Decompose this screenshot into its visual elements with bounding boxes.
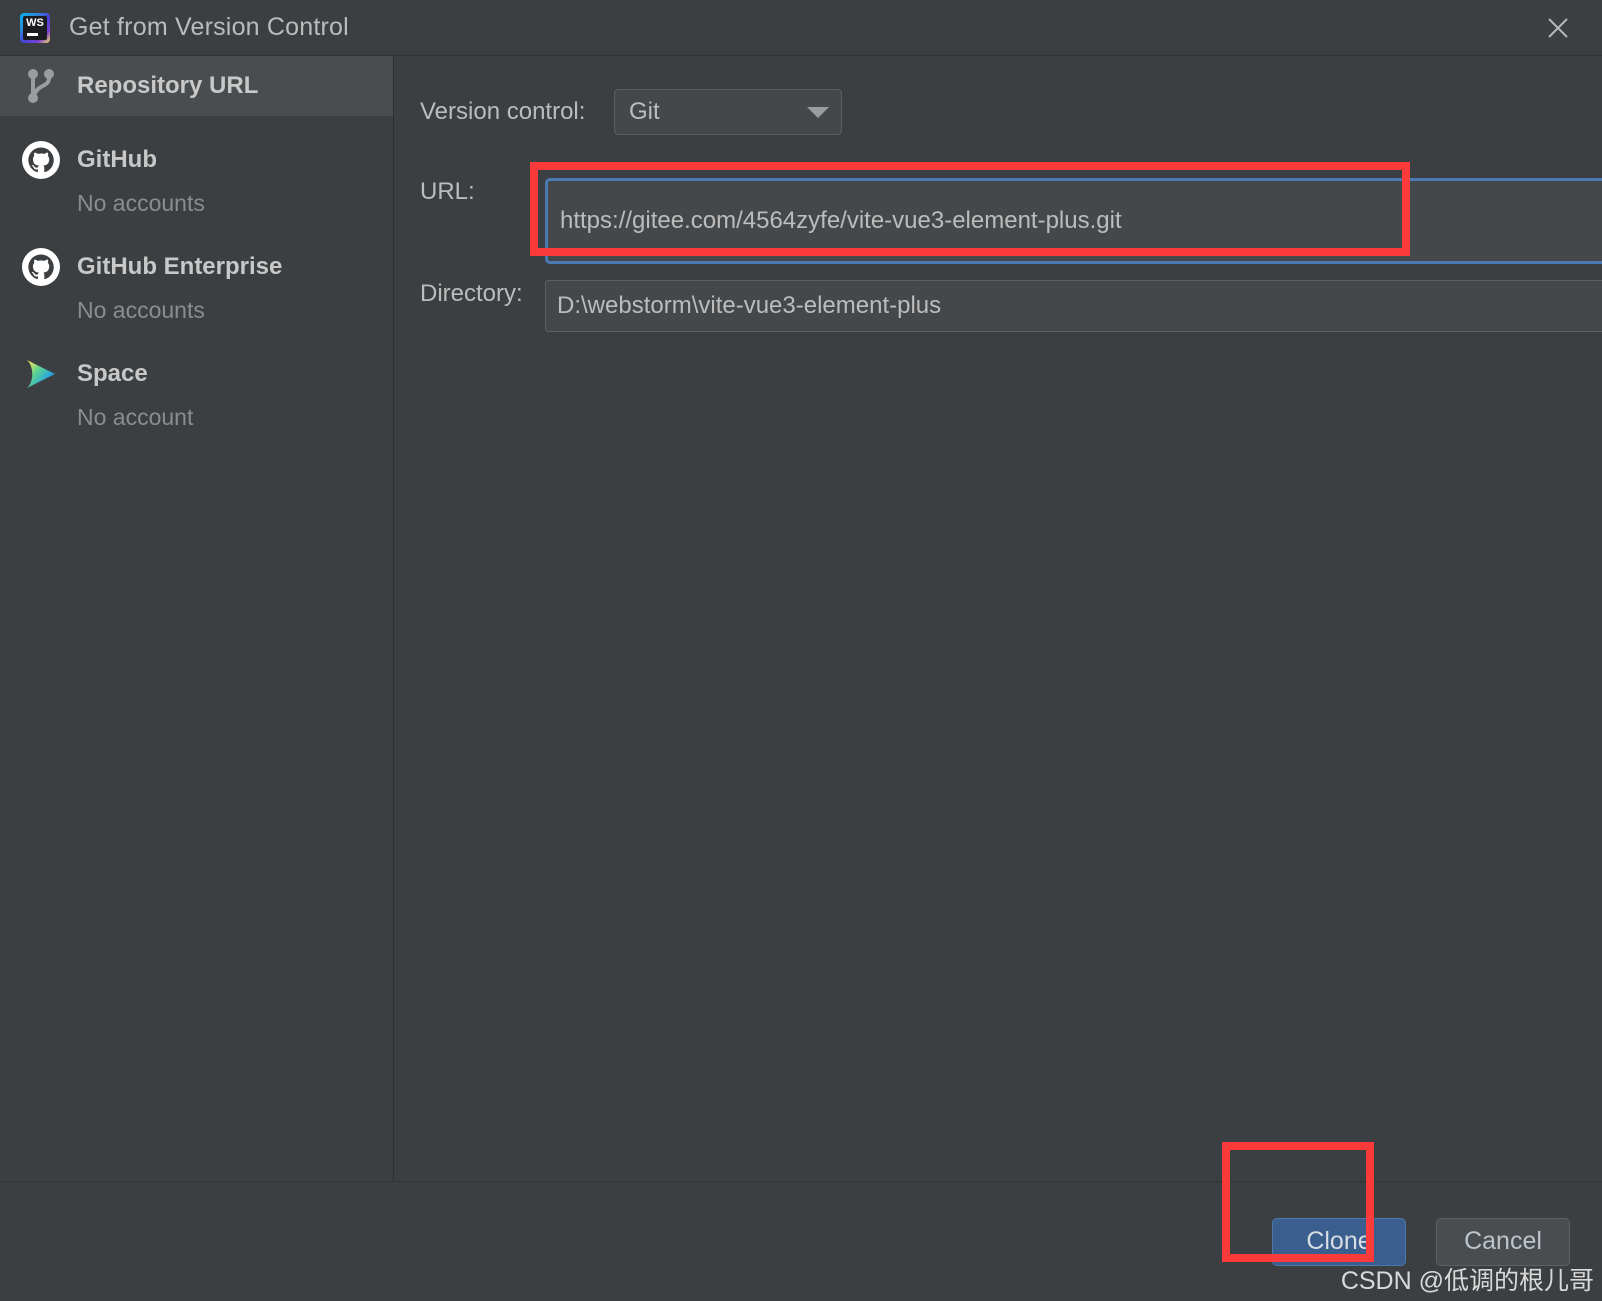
sidebar-item-sublabel: No accounts xyxy=(77,190,205,216)
get-from-version-control-dialog: WS Get from Version Control Repository U… xyxy=(0,0,1602,1301)
sidebar-item-github[interactable]: GitHub No accounts xyxy=(0,130,393,237)
url-text-area xyxy=(548,181,1602,261)
sidebar-item-github-enterprise-row: GitHub Enterprise xyxy=(20,237,393,297)
dialog-title: Get from Version Control xyxy=(69,13,349,41)
sidebar-item-repository-url[interactable]: Repository URL xyxy=(0,56,393,116)
directory-row: Directory: xyxy=(420,280,1602,332)
version-control-row: Version control: Git xyxy=(420,89,842,135)
sidebar-item-github-row: GitHub xyxy=(20,130,393,190)
git-branch-icon xyxy=(20,65,62,107)
sidebar-item-label: GitHub xyxy=(77,146,157,173)
version-control-select[interactable]: Git xyxy=(614,89,842,135)
url-input[interactable] xyxy=(548,181,1602,261)
cancel-button[interactable]: Cancel xyxy=(1436,1217,1570,1266)
dialog-footer: Clone Cancel CSDN @低调的根儿哥 xyxy=(0,1142,1602,1301)
sidebar-item-label: Space xyxy=(77,360,148,387)
sidebar-item-github-enterprise[interactable]: GitHub Enterprise No accounts xyxy=(0,237,393,344)
sidebar-item-space[interactable]: Space No account xyxy=(0,344,393,451)
sidebar-item-sublabel: No account xyxy=(77,404,194,430)
url-input-container[interactable] xyxy=(545,178,1602,264)
dialog-titlebar: WS Get from Version Control xyxy=(0,0,1602,55)
version-control-label: Version control: xyxy=(420,98,586,125)
directory-label: Directory: xyxy=(420,280,523,307)
url-row: URL: xyxy=(420,162,1602,264)
version-control-value: Git xyxy=(629,98,660,125)
github-icon xyxy=(20,246,62,288)
dialog-body: Repository URL GitHub No accounts GitHub… xyxy=(0,55,1602,1181)
webstorm-logo-bar xyxy=(27,32,38,36)
jetbrains-space-icon xyxy=(20,353,62,395)
sidebar-item-label: Repository URL xyxy=(77,72,259,99)
sidebar: Repository URL GitHub No accounts GitHub… xyxy=(0,56,394,1181)
github-icon xyxy=(20,139,62,181)
clone-button[interactable]: Clone xyxy=(1272,1217,1406,1266)
sidebar-item-repository-url-row: Repository URL xyxy=(20,56,393,116)
directory-input-container[interactable] xyxy=(545,280,1602,332)
url-label: URL: xyxy=(420,178,475,205)
directory-input[interactable] xyxy=(546,281,1602,331)
chevron-down-icon xyxy=(807,106,829,118)
close-icon[interactable] xyxy=(1536,6,1580,50)
sidebar-item-sublabel: No accounts xyxy=(77,297,205,323)
webstorm-logo-text: WS xyxy=(26,16,44,29)
sidebar-item-label: GitHub Enterprise xyxy=(77,253,283,280)
main-panel: Version control: Git URL: https://gitee.… xyxy=(394,56,1602,1181)
sidebar-item-space-row: Space xyxy=(20,344,393,404)
webstorm-logo-icon: WS xyxy=(20,12,50,43)
csdn-watermark: CSDN @低调的根儿哥 xyxy=(1340,1267,1594,1295)
